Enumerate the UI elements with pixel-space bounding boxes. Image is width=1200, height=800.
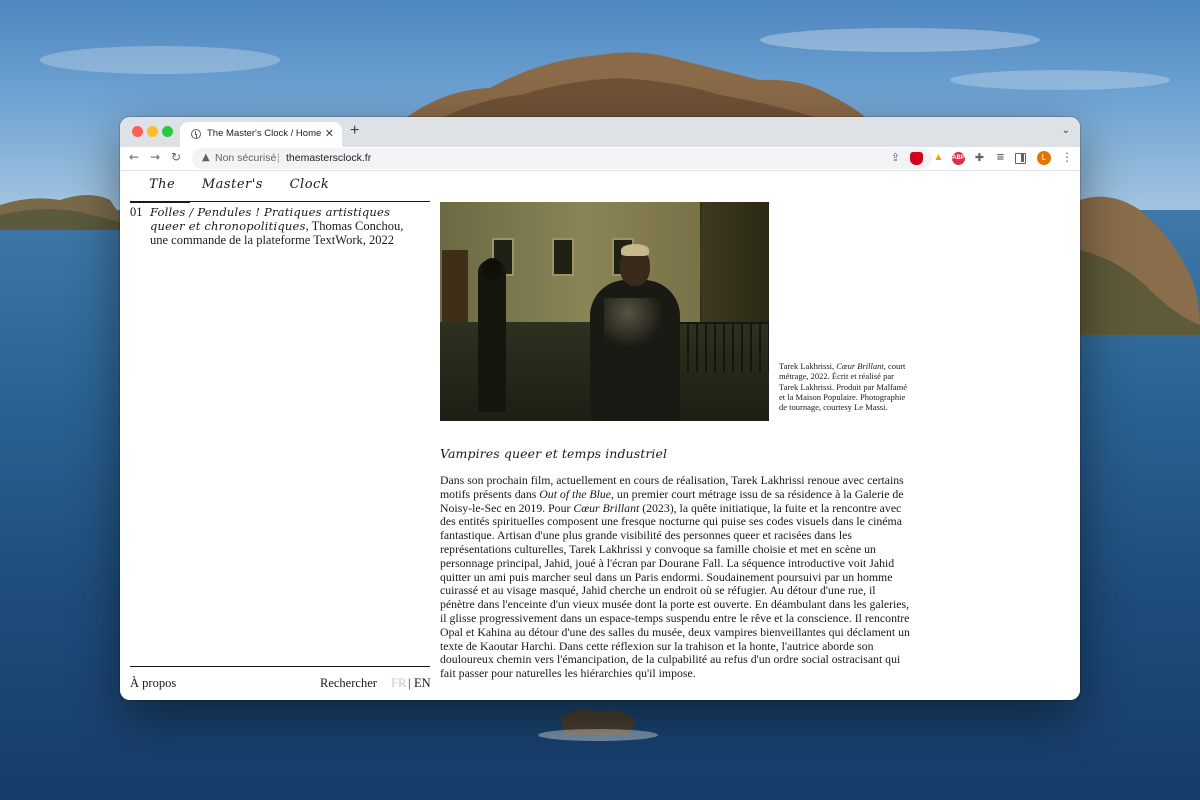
entry-text[interactable]: Folles / Pendules ! Pratiques artistique… xyxy=(150,205,422,247)
web-page: The Master's Clock 01 Folles / Pendules … xyxy=(120,171,1080,700)
article-film-title: Out of the Blue xyxy=(539,486,612,501)
still-main-figure-hair xyxy=(621,244,649,256)
entry-number: 01 xyxy=(130,205,143,219)
clock-favicon-icon xyxy=(191,129,201,139)
language-fr-link[interactable]: FR xyxy=(391,676,406,691)
image-caption: Tarek Lakhrissi, Cœur Brillant, court mé… xyxy=(779,361,914,412)
search-link[interactable]: Rechercher xyxy=(320,676,377,691)
url-text[interactable]: themastersclock.fr xyxy=(286,152,371,164)
address-bar[interactable]: ▲ Non sécurisé | themastersclock.fr ⇪ ☆ xyxy=(192,148,932,169)
extensions-puzzle-icon[interactable]: ✚ xyxy=(973,152,986,165)
still-window xyxy=(552,238,574,276)
article-heading: Vampires queer et temps industriel xyxy=(440,446,668,461)
tab-search-chevron-icon[interactable]: ⌄ xyxy=(1062,125,1070,136)
site-title[interactable]: The Master's Clock xyxy=(149,177,329,192)
window-zoom-button[interactable] xyxy=(162,126,173,137)
ublock-extension-icon[interactable] xyxy=(910,152,923,165)
article-text-part: (2023), la quête initiatique, la fuite e… xyxy=(440,500,910,681)
new-tab-button[interactable]: + xyxy=(350,122,359,140)
tab-close-icon[interactable]: ✕ xyxy=(325,127,334,140)
warning-extension-icon[interactable]: ▲ xyxy=(932,152,945,165)
tab-home[interactable]: The Master's Clock / Home ✕ xyxy=(180,122,342,147)
browser-window: The Master's Clock / Home ✕ + ⌄ ← → ↻ ▲ … xyxy=(120,117,1080,700)
title-divider-accent xyxy=(130,201,190,203)
still-door xyxy=(442,250,468,322)
omnibox-separator: | xyxy=(277,152,280,164)
language-en-link[interactable]: EN xyxy=(414,676,431,691)
language-separator: | xyxy=(408,676,411,690)
article-body: Dans son prochain film, actuellement en … xyxy=(440,473,910,681)
still-masked-figure-helmet xyxy=(482,258,502,280)
reading-list-icon[interactable]: ≡ xyxy=(994,152,1007,165)
window-close-button[interactable] xyxy=(132,126,143,137)
forward-arrow-icon[interactable]: → xyxy=(150,150,160,164)
adblock-plus-extension-icon[interactable]: ABP xyxy=(952,152,965,165)
page-footer: À propos Rechercher FR | EN xyxy=(130,676,431,694)
browser-menu-icon[interactable]: ⋮ xyxy=(1061,150,1073,164)
not-secure-warning-icon[interactable]: ▲ xyxy=(202,152,210,163)
share-icon[interactable]: ⇪ xyxy=(891,151,900,164)
profile-avatar[interactable]: L xyxy=(1037,151,1051,165)
article-film-title: Cœur Brillant xyxy=(573,500,640,515)
side-panel-icon[interactable] xyxy=(1015,153,1026,164)
window-minimize-button[interactable] xyxy=(147,126,158,137)
footer-divider xyxy=(130,666,430,667)
caption-author: Tarek Lakhrissi, xyxy=(779,361,837,371)
reload-icon[interactable]: ↻ xyxy=(171,150,181,164)
caption-work-title: Cœur Brillant xyxy=(836,361,884,371)
tab-strip: The Master's Clock / Home ✕ + ⌄ xyxy=(120,117,1080,147)
about-link[interactable]: À propos xyxy=(130,676,176,691)
still-masked-figure xyxy=(478,260,506,412)
browser-toolbar: ← → ↻ ▲ Non sécurisé | themastersclock.f… xyxy=(120,147,1080,171)
tab-title: The Master's Clock / Home xyxy=(207,128,322,139)
back-arrow-icon[interactable]: ← xyxy=(129,150,139,164)
film-still-image xyxy=(440,202,769,421)
security-label[interactable]: Non sécurisé xyxy=(215,152,276,164)
still-jacket-sheen xyxy=(604,298,664,348)
